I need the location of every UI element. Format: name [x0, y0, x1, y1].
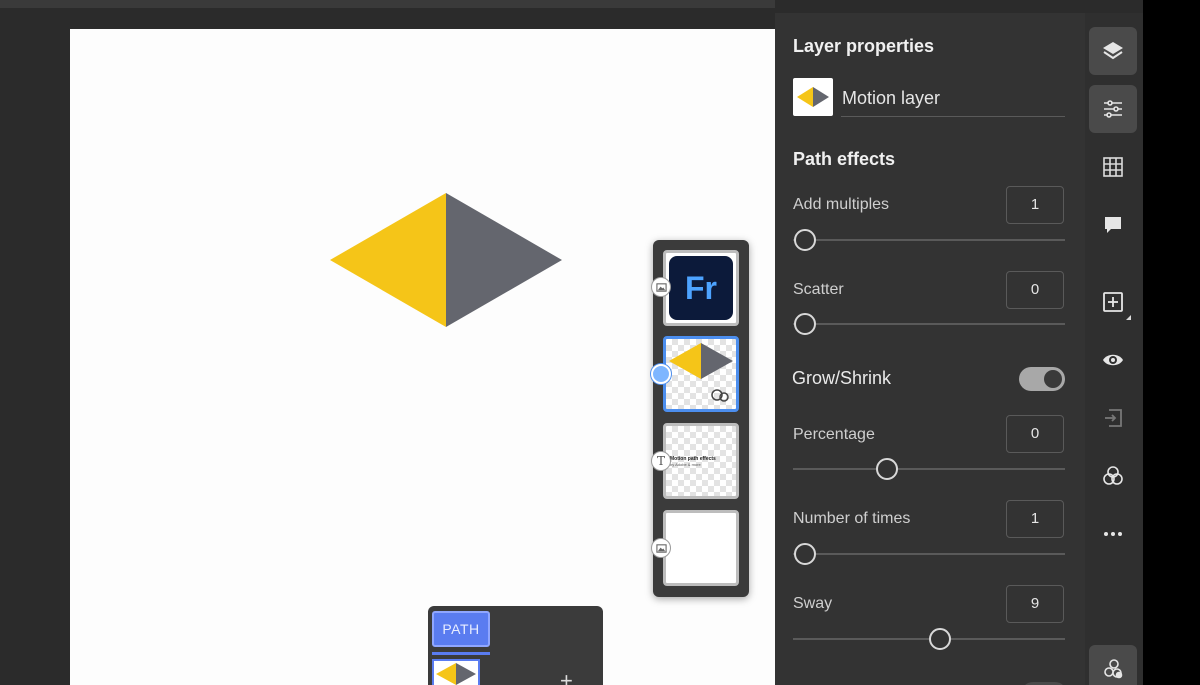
import-icon [1105, 409, 1122, 427]
layer-thumb-text[interactable]: Motion path effects by Adobe & more [663, 423, 739, 499]
add-multiples-slider-knob[interactable] [794, 229, 816, 251]
layer-thumb-motion[interactable] [663, 336, 739, 412]
visibility-button[interactable] [1089, 336, 1137, 384]
motion-layer-badge-icon [651, 364, 671, 384]
app-window: Fr T Motion path effects by Adobe & more [0, 0, 1200, 685]
section-title-path-effects: Path effects [793, 149, 896, 169]
grow-shrink-toggle-knob [1044, 370, 1062, 388]
fresco-logo: Fr [669, 256, 733, 320]
number-of-times-field[interactable]: 1 [1006, 500, 1064, 538]
motion-layer-icon [793, 78, 833, 116]
motion-thumb-diamond-icon [669, 343, 733, 402]
grow-shrink-toggle[interactable] [1019, 367, 1065, 391]
add-multiples-label: Add multiples [793, 196, 890, 213]
layer-thumb-background[interactable] [663, 510, 739, 586]
add-multiples-slider[interactable] [793, 239, 1065, 241]
text-layer-badge-icon: T [651, 451, 671, 471]
properties-icon [1104, 100, 1122, 118]
image-layer-badge-icon [651, 277, 671, 297]
scatter-slider-knob[interactable] [794, 313, 816, 335]
more-icon [1104, 532, 1122, 536]
percentage-label: Percentage [793, 426, 875, 443]
path-layer-thumb[interactable] [432, 659, 480, 685]
scatter-slider[interactable] [793, 323, 1065, 325]
layers-button[interactable] [1089, 27, 1137, 75]
number-of-times-label: Number of times [793, 510, 911, 527]
grow-shrink-label: Grow/Shrink [792, 368, 892, 388]
path-chip[interactable]: PATH [432, 611, 490, 647]
sway-slider-knob[interactable] [929, 628, 951, 650]
motion-path-button[interactable] [1089, 645, 1137, 685]
motion-path-icon [1104, 659, 1123, 679]
text-layer-preview: Motion path effects by Adobe & more [670, 456, 736, 468]
diamond-left-yellow [330, 193, 446, 327]
percentage-slider[interactable] [793, 468, 1065, 470]
grid-button[interactable] [1089, 143, 1137, 191]
blend-icon [1103, 466, 1123, 485]
path-panel: PATH [428, 606, 603, 685]
diamond-right-gray [446, 193, 562, 327]
visibility-icon [1103, 354, 1123, 366]
percentage-slider-knob[interactable] [876, 458, 898, 480]
add-multiples-field[interactable]: 1 [1006, 186, 1064, 224]
properties-button[interactable] [1089, 85, 1137, 133]
path-chip-underline [432, 652, 490, 655]
add-layer-icon [1103, 292, 1123, 312]
comment-button[interactable] [1089, 201, 1137, 249]
panel-title: Layer properties [793, 36, 935, 56]
layer-name-field[interactable]: Motion layer [841, 83, 1065, 117]
text-layer-subtitle: by Adobe & more [670, 462, 701, 467]
comment-icon [1105, 217, 1121, 233]
diamond-artwork[interactable] [330, 193, 562, 327]
number-of-times-slider-knob[interactable] [794, 543, 816, 565]
import-button[interactable] [1089, 394, 1137, 442]
top-bar [0, 0, 775, 8]
layer-stack: Fr T Motion path effects by Adobe & more [651, 240, 749, 597]
percentage-field[interactable]: 0 [1006, 415, 1064, 453]
sway-label: Sway [793, 595, 833, 612]
more-button[interactable] [1089, 510, 1137, 558]
background-layer-badge-icon [651, 538, 671, 558]
screen-edge [1143, 0, 1200, 685]
tool-rail [1085, 13, 1143, 685]
dropdown-corner-icon [1126, 315, 1131, 320]
layer-properties-panel: Layer properties Motion layer Path effec… [775, 13, 1085, 685]
number-of-times-slider[interactable] [793, 553, 1065, 555]
layer-thumb-fresco-logo[interactable]: Fr [663, 250, 739, 326]
add-layer-button[interactable] [1089, 278, 1137, 326]
scatter-label: Scatter [793, 281, 844, 298]
grid-icon [1103, 157, 1123, 177]
path-thumb-diamond-icon [436, 663, 476, 685]
sway-field[interactable]: 9 [1006, 585, 1064, 623]
blend-button[interactable] [1089, 452, 1137, 500]
add-path-icon[interactable]: + [560, 668, 573, 685]
layers-icon [1103, 42, 1123, 60]
scatter-field[interactable]: 0 [1006, 271, 1064, 309]
